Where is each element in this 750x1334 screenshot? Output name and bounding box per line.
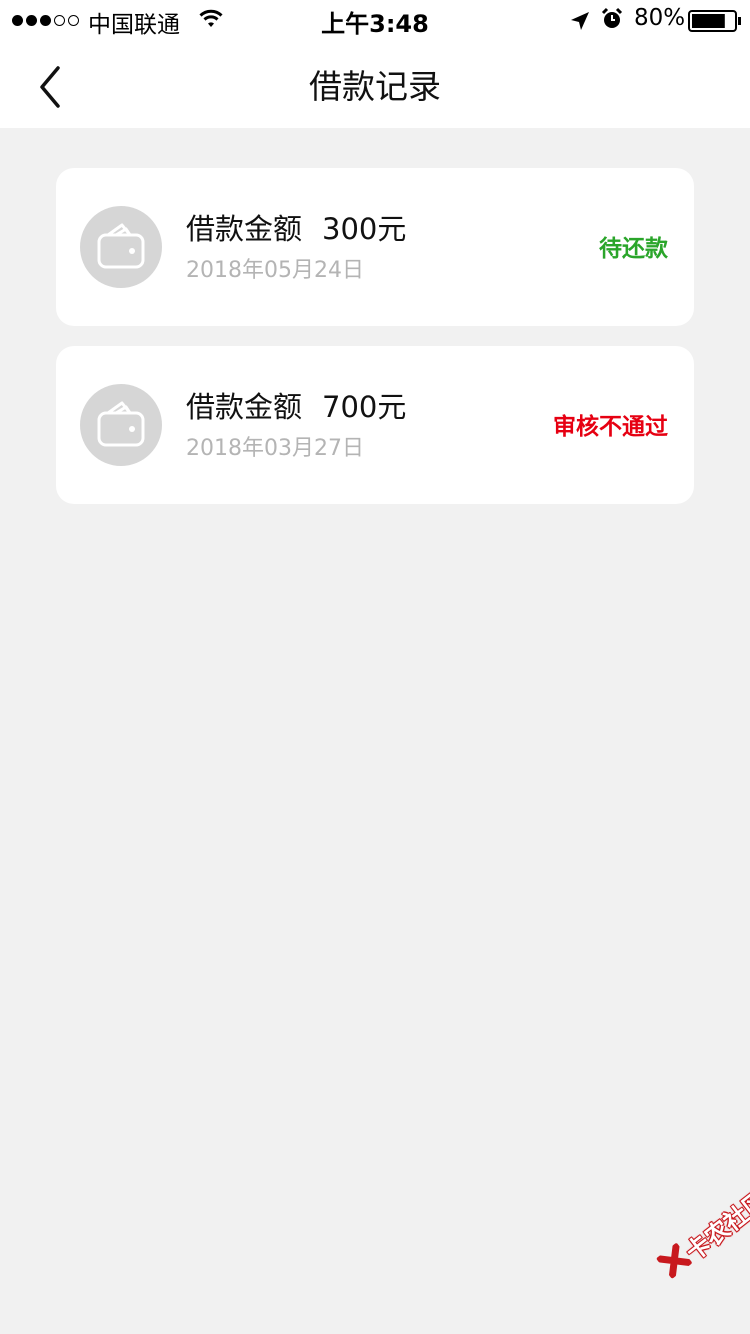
alarm-clock-icon: [601, 7, 623, 37]
record-date: 2018年05月24日: [186, 258, 364, 283]
watermark-text: 卡农社区: [680, 1185, 750, 1267]
loan-record-card[interactable]: 借款金额 700元 2018年03月27日 审核不通过: [56, 346, 694, 504]
status-label: 审核不通过: [553, 414, 668, 440]
wallet-icon: [80, 384, 162, 466]
amount-line: 借款金额 700元: [186, 384, 406, 426]
page-title: 借款记录: [309, 67, 441, 106]
amount-label: 借款金额: [186, 390, 303, 424]
record-date: 2018年03月27日: [186, 436, 364, 461]
amount-value: 300元: [322, 212, 407, 246]
location-arrow-icon: [570, 9, 590, 37]
wallet-icon: [80, 206, 162, 288]
status-bar: 中国联通 上午3:48 80%: [0, 0, 750, 40]
battery-icon: [688, 10, 742, 38]
loan-record-card[interactable]: 借款金额 300元 2018年05月24日 待还款: [56, 168, 694, 326]
battery-percent: 80%: [634, 5, 686, 31]
status-label: 待还款: [599, 236, 668, 262]
amount-label: 借款金额: [186, 212, 303, 246]
amount-line: 借款金额 300元: [186, 206, 406, 248]
nav-bar: 借款记录: [0, 40, 750, 128]
amount-value: 700元: [322, 390, 407, 424]
